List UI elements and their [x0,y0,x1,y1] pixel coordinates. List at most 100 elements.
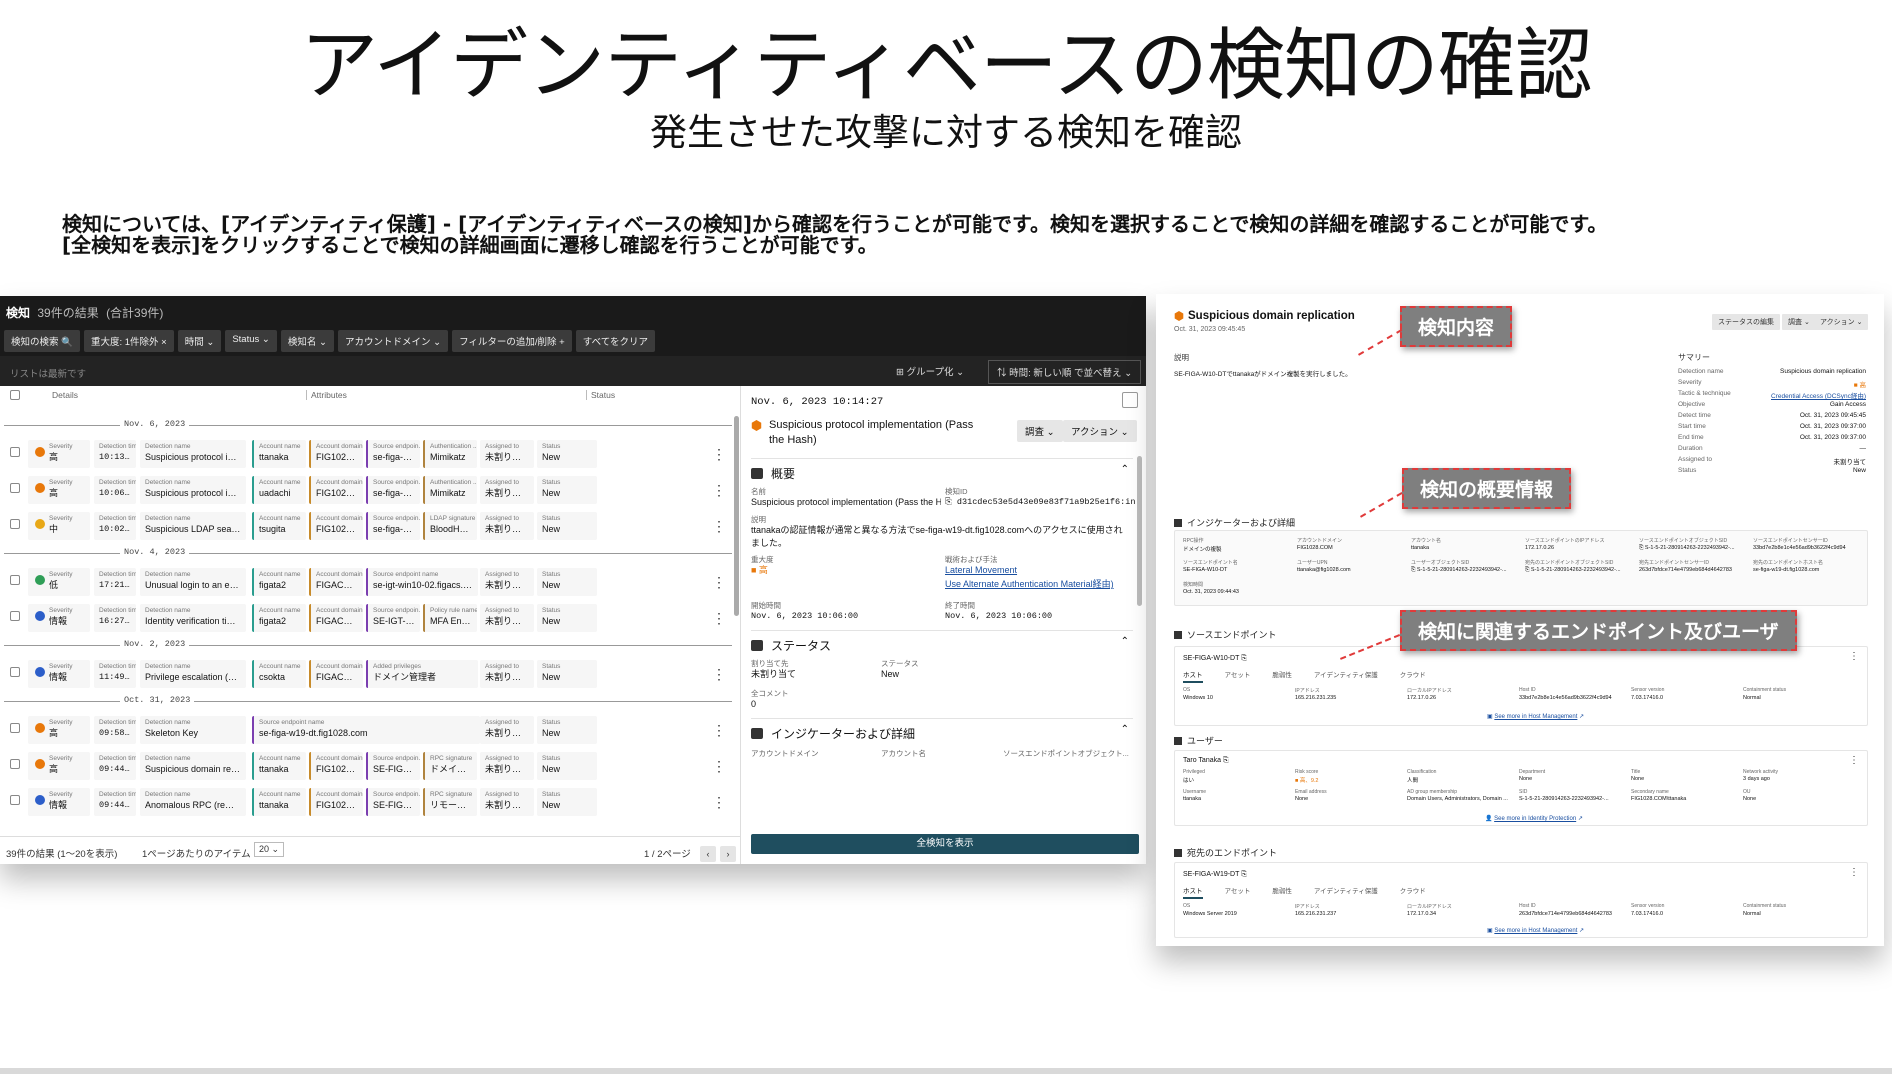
pin-icon[interactable] [1122,392,1138,408]
severity-cell-label: Severity [49,479,73,486]
group-by-button[interactable]: ⊞ グループ化 ⌄ [896,364,964,378]
action-button[interactable]: アクション ⌄ [1814,314,1869,330]
row-checkbox[interactable] [10,447,20,457]
source-host-name[interactable]: SE-FIGA-W10-DT ⎘ [1183,655,1247,663]
assigned-cell: Assigned to 未割り当て [480,752,534,780]
tab-4[interactable]: クラウド [1400,888,1426,895]
kebab-menu-icon[interactable]: ⋮ [1849,651,1859,662]
section-status[interactable]: ステータス ⌃ [751,630,1133,653]
field-label: AD group membership [1407,789,1458,795]
status-cell-value: New [542,800,561,810]
tab-0[interactable]: ホスト [1183,888,1203,899]
technique-link[interactable]: Use Alternate Authentication Material経由) [945,578,1114,591]
summary-value: — [1859,445,1867,452]
tab-0[interactable]: ホスト [1183,672,1203,683]
see-more-host-link[interactable]: ▣ See more in Host Management ↗ [1487,713,1584,720]
row-checkbox[interactable] [10,667,20,677]
filter-chip[interactable]: 重大度: 1件除外 × [83,330,174,352]
severity-cell: Severity 情報 [28,660,90,688]
select-all-checkbox[interactable] [10,390,20,400]
status-cell-label: Status [542,515,561,522]
table-row[interactable]: Severity高Detection time10:06:26Detection… [0,472,740,508]
sort-dropdown[interactable]: ⇅ 時間: 新しい順 で並べ替え ⌄ [988,360,1142,384]
table-row[interactable]: Severity情報Detection time16:27:19Detectio… [0,600,740,636]
tab-1[interactable]: アセット [1225,888,1251,895]
tab-3[interactable]: アイデンティティ保護 [1314,888,1378,895]
row-menu-icon[interactable]: ⋮ [712,758,726,775]
time-cell-label: Detection time [99,663,136,670]
status-cell-value: New [542,488,561,498]
filter-chip[interactable]: 検知名 ⌄ [280,330,334,352]
row-menu-icon[interactable]: ⋮ [712,666,726,683]
detail-timestamp: Nov. 6, 2023 10:14:27 [751,396,884,408]
summary-label: Assigned to [1678,456,1712,463]
see-more-host-link-2[interactable]: ▣ See more in Host Management ↗ [1487,927,1584,934]
row-checkbox[interactable] [10,723,20,733]
filter-chip[interactable]: すべてをクリア [575,330,655,352]
table-row[interactable]: Severity高Detection time10:13:26Detection… [0,436,740,472]
row-checkbox[interactable] [10,795,20,805]
tactic-link[interactable]: Lateral Movement [945,564,1017,577]
row-menu-icon[interactable]: ⋮ [712,446,726,463]
section-indicators[interactable]: インジケーターおよび詳細 ⌃ [751,718,1133,741]
table-row[interactable]: Severity低Detection time17:21:30Detection… [0,564,740,600]
domain-cell-value: FIGACS.CO... [316,616,358,626]
status-cell-value: New [542,452,561,462]
next-page-button[interactable]: › [720,846,736,862]
filter-chip[interactable]: アカウントドメイン ⌄ [337,330,449,352]
result-total: (合計39件) [106,306,164,320]
filter-chip[interactable]: フィルターの追加/削除 + [452,330,572,352]
page-size-select[interactable]: 20 ⌄ [254,842,285,857]
user-name[interactable]: Taro Tanaka ⎘ [1183,757,1229,765]
section-overview[interactable]: 概要 ⌃ [751,458,1133,481]
row-menu-icon[interactable]: ⋮ [712,518,726,535]
row-menu-icon[interactable]: ⋮ [712,482,726,499]
see-more-identity-link[interactable]: 👤 See more in Identity Protection ↗ [1485,815,1583,822]
field-value: 7.03.17416.0 [1631,911,1664,917]
table-row[interactable]: Severity高Detection time09:58:29Detection… [0,712,740,748]
tab-1[interactable]: アセット [1225,672,1251,679]
filter-chip[interactable]: 時間 ⌄ [177,330,222,352]
prev-page-button[interactable]: ‹ [700,846,716,862]
show-all-detections-button[interactable]: 全検知を表示 [751,834,1139,854]
table-row[interactable]: Severity情報Detection time11:49:41Detectio… [0,656,740,692]
indicator-value: ⎘ S-1-5-21-280914263-2232493942-... [1639,545,1735,551]
row-menu-icon[interactable]: ⋮ [712,722,726,739]
row-checkbox[interactable] [10,575,20,585]
table-row[interactable]: Severity高Detection time09:44:43Detection… [0,748,740,784]
tab-2[interactable]: 脆弱性 [1272,672,1292,679]
time-cell-label: Detection time [99,791,136,798]
field-value: 165.216.231.237 [1295,911,1337,917]
summary-value[interactable]: Credential Access (DCSync経由) [1771,390,1866,400]
tab-4[interactable]: クラウド [1400,672,1426,679]
row-checkbox[interactable] [10,519,20,529]
action-button[interactable]: アクション ⌄ [1063,420,1137,442]
row-menu-icon[interactable]: ⋮ [712,574,726,591]
edit-status-button[interactable]: ステータスの編集 [1712,314,1780,330]
tab-3[interactable]: アイデンティティ保護 [1314,672,1378,679]
chevron-up-icon: ⌃ [1120,464,1129,475]
filter-chip[interactable]: 検知の検索 🔍 [4,330,80,352]
row-checkbox[interactable] [10,611,20,621]
account-cell-value: ttanaka [259,800,289,810]
row-menu-icon[interactable]: ⋮ [712,610,726,627]
filter-chip[interactable]: Status ⌄ [225,330,277,352]
kebab-menu-icon[interactable]: ⋮ [1849,755,1859,766]
row-menu-icon[interactable]: ⋮ [712,794,726,811]
row-checkbox[interactable] [10,483,20,493]
domain-cell: Account domain FIG1028.C... [309,440,363,468]
list-scrollbar[interactable] [734,416,739,616]
destination-host-name[interactable]: SE-FIGA-W19-DT ⎘ [1183,871,1247,879]
table-row[interactable]: Severity中Detection time10:02:27Detection… [0,508,740,544]
severity-cell-value: 中 [49,524,59,534]
row-checkbox[interactable] [10,759,20,769]
table-row[interactable]: Severity情報Detection time09:44:37Detectio… [0,784,740,820]
status-cell-value: New [542,728,561,738]
account-cell-label: Account name [259,515,301,522]
investigate-button[interactable]: 調査 ⌄ [1017,420,1063,442]
kebab-menu-icon[interactable]: ⋮ [1849,867,1859,878]
field-label: SID [1519,789,1528,795]
detail-scrollbar[interactable] [1137,456,1142,606]
investigate-button[interactable]: 調査 ⌄ [1782,314,1816,330]
tab-2[interactable]: 脆弱性 [1272,888,1292,895]
